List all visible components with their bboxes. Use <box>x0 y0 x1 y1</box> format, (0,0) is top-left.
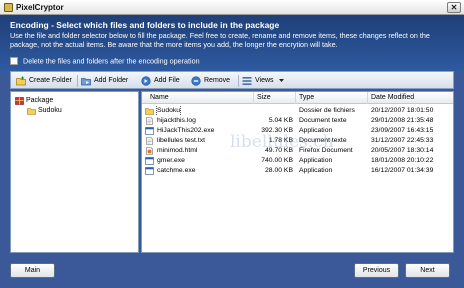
views-icon <box>242 77 252 85</box>
page-title: Encoding - Select which files and folder… <box>10 20 280 30</box>
column-header-type[interactable]: Type <box>296 92 368 104</box>
add-folder-label: Add Folder <box>94 77 129 84</box>
column-header-size[interactable]: Size <box>254 92 296 104</box>
file-name-cell: gmer.exe <box>142 156 254 166</box>
remove-label: Remove <box>204 77 231 84</box>
file-type-cell: Application <box>299 167 333 174</box>
file-name: gmer.exe <box>157 157 185 164</box>
file-date-cell: 31/12/2007 22:45:33 <box>371 137 434 144</box>
file-row[interactable]: gmer.exe 740.00 KB Application 18/01/2008 2… <box>142 156 453 166</box>
toolbar: Create Folder Add Folder Add File Remove… <box>10 71 454 89</box>
file-row[interactable]: Sudoku Dossier de fichiers 20/12/2007 18:0… <box>142 106 453 116</box>
create-folder-icon <box>16 76 26 86</box>
exe-file-icon <box>145 127 154 135</box>
add-folder-icon <box>81 78 91 86</box>
remove-icon <box>191 76 201 86</box>
wizard-header: Encoding - Select which files and folder… <box>0 15 464 71</box>
column-header-date-modified[interactable]: Date Modified <box>368 92 453 104</box>
file-date-cell: 18/01/2008 20:10:22 <box>371 157 434 164</box>
watermark: libellules.ch <box>230 132 334 152</box>
file-row[interactable]: catchme.exe 28.00 KB Application 16/12/2007… <box>142 166 453 176</box>
next-button[interactable]: Next <box>405 263 450 278</box>
exe-file-icon <box>145 157 154 165</box>
file-name-cell: hijackthis.log <box>142 116 254 126</box>
folder-icon <box>27 108 36 115</box>
title-bar: PixelCryptor ✕ <box>0 0 464 15</box>
add-file-icon <box>141 76 151 86</box>
file-list-header: Name Size Type Date Modified <box>142 92 453 104</box>
file-row[interactable]: hijackthis.log 5.04 KB Document texte 29/01… <box>142 116 453 126</box>
app-icon <box>4 3 13 12</box>
toolbar-separator <box>77 75 78 87</box>
file-type-cell: Document texte <box>299 117 347 124</box>
file-name: minimod.html <box>157 147 198 154</box>
file-size-cell: 740.00 KB <box>261 157 293 164</box>
page-description: Use the file and folder selector below t… <box>10 31 430 49</box>
file-type-cell: Dossier de fichiers <box>299 107 355 114</box>
add-file-label: Add File <box>154 77 180 84</box>
delete-after-encoding-option[interactable]: Delete the files and folders after the e… <box>10 56 200 66</box>
package-icon <box>15 97 24 105</box>
file-size-cell: 28.00 KB <box>265 167 293 174</box>
views-label: Views <box>255 77 274 84</box>
file-list[interactable]: Name Size Type Date Modified Sudoku Dossi… <box>141 91 454 253</box>
window-title: PixelCryptor <box>16 3 64 12</box>
file-name: HiJackThis202.exe <box>157 127 215 134</box>
file-size-cell: 5.04 KB <box>268 117 293 124</box>
file-date-cell: 16/12/2007 01:34:39 <box>371 167 434 174</box>
column-header-name[interactable]: Name <box>142 92 254 104</box>
file-date-cell: 29/01/2008 21:35:48 <box>371 117 434 124</box>
toolbar-separator <box>238 75 239 87</box>
text-file-icon <box>146 117 153 125</box>
file-name: libellules test.txt <box>157 137 205 144</box>
tree-item-label: Sudoku <box>38 107 62 114</box>
file-size-cell <box>254 106 296 116</box>
file-name: catchme.exe <box>157 167 196 174</box>
delete-after-encoding-checkbox[interactable] <box>10 57 18 66</box>
tree-item-label: Package <box>26 97 54 104</box>
create-folder-label: Create Folder <box>29 77 72 84</box>
delete-after-encoding-label: Delete the files and folders after the e… <box>23 56 200 66</box>
file-date-cell: 20/05/2007 18:30:14 <box>371 147 434 154</box>
close-button[interactable]: ✕ <box>447 2 461 13</box>
chevron-down-icon <box>279 79 284 82</box>
file-name-cell: Sudoku <box>142 106 254 116</box>
file-date-cell: 23/09/2007 16:43:15 <box>371 127 434 134</box>
exe-file-icon <box>145 167 154 175</box>
file-date-cell: 20/12/2007 18:01:50 <box>371 107 434 114</box>
text-file-icon <box>146 137 153 145</box>
file-type-cell: Application <box>299 157 333 164</box>
file-name: hijackthis.log <box>157 117 196 124</box>
previous-button[interactable]: Previous <box>354 263 399 278</box>
file-name-cell: catchme.exe <box>142 166 254 176</box>
package-tree[interactable]: Package Sudoku <box>10 91 139 253</box>
main-button[interactable]: Main <box>10 263 55 278</box>
close-icon: ✕ <box>450 3 458 12</box>
html-file-icon <box>146 147 153 155</box>
app-window: PixelCryptor ✕ Encoding - Select which f… <box>0 0 464 288</box>
folder-icon <box>145 108 154 115</box>
file-name: Sudoku <box>155 106 182 116</box>
